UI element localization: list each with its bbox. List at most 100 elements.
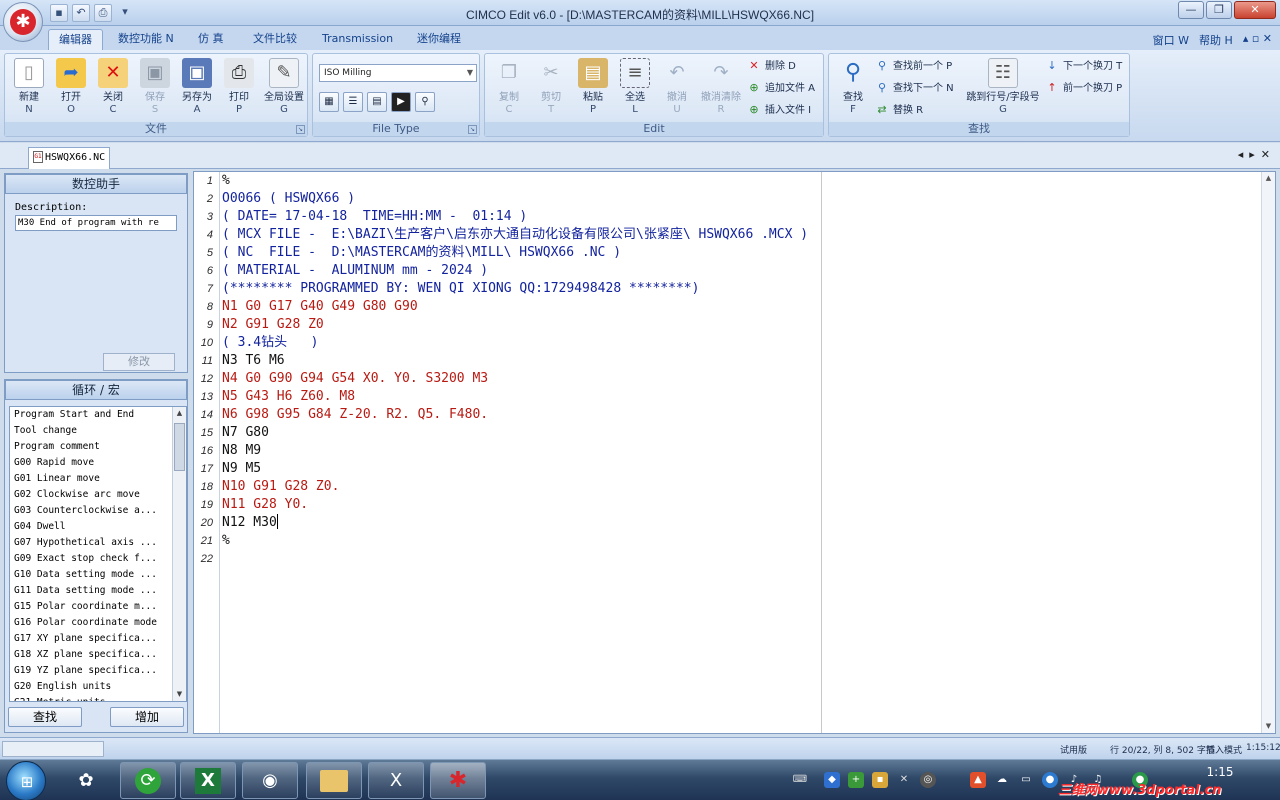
cut-button[interactable]: ✂ 剪切 T xyxy=(531,58,571,116)
application-menu-button[interactable]: ✱ xyxy=(3,2,43,42)
code-line[interactable]: ( MCX FILE - E:\BAZI\生产客户\启东亦大通自动化设备有限公司… xyxy=(222,226,1262,244)
taskbar-app-refresh-icon[interactable]: ⟳ xyxy=(120,762,176,799)
save-as-button[interactable]: ▣ 另存为 A xyxy=(177,58,217,116)
scroll-down-icon[interactable]: ▼ xyxy=(173,688,186,701)
lookup-icon[interactable]: ⚲ xyxy=(415,92,435,112)
macro-item[interactable]: G19 YZ plane specifica... xyxy=(10,663,186,679)
tab-simulation[interactable]: 仿 真 xyxy=(188,29,234,50)
macro-item[interactable]: G02 Clockwise arc move xyxy=(10,487,186,503)
macro-item[interactable]: G15 Polar coordinate m... xyxy=(10,599,186,615)
messenger-icon[interactable]: ● xyxy=(1042,772,1058,788)
layout-icon[interactable]: ▤ xyxy=(367,92,387,112)
undo-clear-button[interactable]: ↷ 撤消清除 R xyxy=(697,58,745,116)
code-line[interactable]: N11 G28 Y0. xyxy=(222,496,1262,514)
macro-item[interactable]: G03 Counterclockwise a... xyxy=(10,503,186,519)
list-icon[interactable]: ☰ xyxy=(343,92,363,112)
close-document-icon[interactable]: ✕ xyxy=(1261,148,1270,161)
macro-item[interactable]: Program Start and End xyxy=(10,407,186,423)
paste-button[interactable]: ▤ 粘贴 P xyxy=(573,58,613,116)
code-line[interactable]: (******** PROGRAMMED BY: WEN QI XIONG QQ… xyxy=(222,280,1262,298)
select-all-button[interactable]: ≡ 全选 L xyxy=(615,58,655,116)
tab-left-icon[interactable]: ◂ xyxy=(1238,148,1244,161)
taskbar-app-car-icon[interactable]: ◉ xyxy=(242,762,298,799)
minimize-button[interactable]: — xyxy=(1178,1,1204,19)
macro-scrollbar[interactable]: ▲ ▼ xyxy=(172,407,186,701)
app-tray-icon[interactable]: ▲ xyxy=(970,772,986,788)
taskbar-cimco-icon[interactable]: ✱ xyxy=(430,762,486,799)
macro-item[interactable]: G04 Dwell xyxy=(10,519,186,535)
macro-item[interactable]: G07 Hypothetical axis ... xyxy=(10,535,186,551)
code-line[interactable]: ( MATERIAL - ALUMINUM mm - 2024 ) xyxy=(222,262,1262,280)
macro-item[interactable]: G20 English units xyxy=(10,679,186,695)
next-tool-change-button[interactable]: ↓ 下一个换刀 T xyxy=(1045,58,1122,76)
find-button[interactable]: ⚲ 查找 F xyxy=(833,58,873,116)
goto-line-button[interactable]: ☷ 跳到行号/字段号 G xyxy=(965,58,1041,116)
code-line[interactable] xyxy=(222,550,1262,568)
code-line[interactable]: N8 M9 xyxy=(222,442,1262,460)
ribbon-minimize-icon[interactable]: ▴ ▫ ✕ xyxy=(1243,32,1272,48)
find-previous-button[interactable]: ⚲ 查找前一个 P xyxy=(875,58,952,76)
wechat-icon[interactable]: ☁ xyxy=(994,772,1010,788)
global-settings-button[interactable]: ✎ 全局设置 G xyxy=(261,58,307,116)
print-button[interactable]: ⎙ 打印 P xyxy=(219,58,259,116)
code-line[interactable]: N6 G98 G95 G84 Z-20. R2. Q5. F480. xyxy=(222,406,1262,424)
macro-item[interactable]: G18 XZ plane specifica... xyxy=(10,647,186,663)
macro-item[interactable]: G11 Data setting mode ... xyxy=(10,583,186,599)
tab-nc-functions[interactable]: 数控功能 N xyxy=(108,29,184,50)
tab-transmission[interactable]: Transmission xyxy=(312,29,403,50)
file-type-select[interactable]: ISO Milling ▼ xyxy=(319,64,477,82)
open-button[interactable]: ➦ 打开 O xyxy=(51,58,91,116)
scroll-down-icon[interactable]: ▼ xyxy=(1262,720,1275,733)
macro-item[interactable]: G09 Exact stop check f... xyxy=(10,551,186,567)
code-line[interactable]: % xyxy=(222,172,1262,190)
window-menu[interactable]: 窗口 W xyxy=(1153,32,1189,48)
description-field[interactable]: M30 End of program with re xyxy=(15,215,177,231)
macro-item[interactable]: G21 Metric units xyxy=(10,695,186,701)
macro-item[interactable]: G01 Linear move xyxy=(10,471,186,487)
macro-item[interactable]: Program comment xyxy=(10,439,186,455)
scroll-up-icon[interactable]: ▲ xyxy=(173,407,186,420)
start-button[interactable]: ⊞ xyxy=(6,761,46,800)
modify-button[interactable]: 修改 xyxy=(103,353,175,371)
taskbar-excel-icon[interactable]: X xyxy=(180,762,236,799)
code-line[interactable]: % xyxy=(222,532,1262,550)
tab-right-icon[interactable]: ▸ xyxy=(1249,148,1255,161)
code-line[interactable]: N2 G91 G28 Z0 xyxy=(222,316,1262,334)
copy-button[interactable]: ❐ 复制 C xyxy=(489,58,529,116)
clock[interactable]: 1:15 xyxy=(1200,765,1240,779)
code-line[interactable]: O0066 ( HSWQX66 ) xyxy=(222,190,1262,208)
tab-mini-programming[interactable]: 迷你编程 xyxy=(407,29,471,50)
scroll-thumb[interactable] xyxy=(174,423,185,471)
macro-item[interactable]: Tool change xyxy=(10,423,186,439)
code-line[interactable]: N1 G0 G17 G40 G49 G80 G90 xyxy=(222,298,1262,316)
macro-item[interactable]: G16 Polar coordinate mode xyxy=(10,615,186,631)
maximize-button[interactable]: ❐ xyxy=(1206,1,1232,19)
disc-icon[interactable]: ◎ xyxy=(920,772,936,788)
macro-list[interactable]: Program Start and End Tool change Program … xyxy=(9,406,187,702)
code-line[interactable]: N7 G80 xyxy=(222,424,1262,442)
taskbar-app-photos-icon[interactable]: ✿ xyxy=(58,762,114,799)
code-line[interactable]: N12 M30 xyxy=(222,514,1262,532)
code-line[interactable]: ( 3.4钻头 ) xyxy=(222,334,1262,352)
macro-item[interactable]: G17 XY plane specifica... xyxy=(10,631,186,647)
macro-find-button[interactable]: 查找 xyxy=(8,707,82,727)
code-line[interactable]: N5 G43 H6 Z60. M8 xyxy=(222,388,1262,406)
tab-file-compare[interactable]: 文件比较 xyxy=(243,29,307,50)
terminal-icon[interactable]: ▶ xyxy=(391,92,411,112)
shield-icon[interactable]: ◆ xyxy=(824,772,840,788)
insert-file-button[interactable]: ⊕ 插入文件 I xyxy=(747,102,811,120)
delete-button[interactable]: ✕ 删除 D xyxy=(747,58,796,76)
code-line[interactable]: N9 M5 xyxy=(222,460,1262,478)
macro-item[interactable]: G00 Rapid move xyxy=(10,455,186,471)
code-line[interactable]: ( NC FILE - D:\MASTERCAM的资料\MILL\ HSWQX6… xyxy=(222,244,1262,262)
network-icon[interactable]: ▭ xyxy=(1018,772,1034,788)
help-menu[interactable]: 帮助 H xyxy=(1199,32,1233,48)
dialog-launcher-icon[interactable]: ↘ xyxy=(468,125,477,134)
find-next-button[interactable]: ⚲ 查找下一个 N xyxy=(875,80,954,98)
dialog-launcher-icon[interactable]: ↘ xyxy=(296,125,305,134)
code-line[interactable]: ( DATE= 17-04-18 TIME=HH:MM - 01:14 ) xyxy=(222,208,1262,226)
code-line[interactable]: N10 G91 G28 Z0. xyxy=(222,478,1262,496)
colors-icon[interactable]: ▦ xyxy=(319,92,339,112)
folder-icon[interactable]: ▪ xyxy=(872,772,888,788)
new-button[interactable]: ▯ 新建 N xyxy=(9,58,49,116)
